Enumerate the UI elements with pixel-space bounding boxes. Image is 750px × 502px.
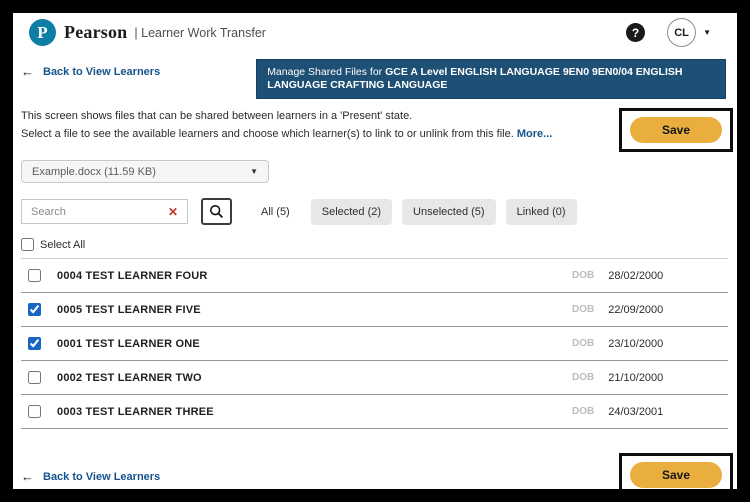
back-arrow-icon: ← bbox=[21, 64, 34, 79]
filter-selected[interactable]: Selected (2) bbox=[311, 199, 392, 225]
search-row: ✕ All (5) Selected (2) Unselected (5) Li… bbox=[21, 198, 737, 225]
pearson-logo-icon: P bbox=[29, 19, 56, 46]
save-highlight-top: Save bbox=[619, 108, 733, 152]
dob-value: 21/10/2000 bbox=[608, 372, 663, 384]
save-button-bottom[interactable]: Save bbox=[630, 462, 722, 488]
save-button-top[interactable]: Save bbox=[630, 117, 722, 143]
dob-group: DOB 22/09/2000 bbox=[572, 304, 728, 316]
chevron-down-icon[interactable]: ▼ bbox=[703, 28, 711, 37]
table-row[interactable]: 0003 TEST LEARNER THREE DOB 24/03/2001 bbox=[21, 395, 728, 429]
search-button[interactable] bbox=[201, 198, 232, 225]
save-highlight-bottom: Save bbox=[619, 453, 733, 489]
back-link-label: Back to View Learners bbox=[43, 471, 160, 483]
dob-value: 23/10/2000 bbox=[608, 338, 663, 350]
screenshot-frame: CL P Pearson | Learner Work Transfer ? C… bbox=[0, 0, 750, 502]
select-all[interactable]: Select All bbox=[21, 238, 737, 251]
file-select-row: Example.docx (11.59 KB) ▼ bbox=[21, 160, 737, 183]
dob-label: DOB bbox=[572, 304, 594, 315]
back-to-view-learners-link[interactable]: ← Back to View Learners bbox=[21, 59, 160, 79]
intro-text: This screen shows files that can be shar… bbox=[21, 108, 619, 152]
app-title: | Learner Work Transfer bbox=[134, 26, 266, 40]
clear-search-icon[interactable]: ✕ bbox=[168, 206, 178, 218]
dob-group: DOB 24/03/2001 bbox=[572, 406, 728, 418]
filter-all[interactable]: All (5) bbox=[250, 199, 301, 225]
brand: CL P Pearson | Learner Work Transfer bbox=[29, 19, 266, 46]
learner-name: 0004 TEST LEARNER FOUR bbox=[57, 270, 572, 282]
filter-linked[interactable]: Linked (0) bbox=[506, 199, 577, 225]
table-row[interactable]: 0001 TEST LEARNER ONE DOB 23/10/2000 bbox=[21, 327, 728, 361]
select-all-checkbox[interactable] bbox=[21, 238, 34, 251]
intro-line-1: This screen shows files that can be shar… bbox=[21, 108, 619, 126]
help-icon[interactable]: ? bbox=[626, 23, 645, 42]
dob-label: DOB bbox=[572, 338, 594, 349]
file-dropdown[interactable]: Example.docx (11.59 KB) ▼ bbox=[21, 160, 269, 183]
dob-group: DOB 21/10/2000 bbox=[572, 372, 728, 384]
learner-list: 0004 TEST LEARNER FOUR DOB 28/02/2000 00… bbox=[21, 258, 728, 429]
banner-prefix: Manage Shared Files for bbox=[267, 66, 385, 78]
intro-line-2: Select a file to see the available learn… bbox=[21, 128, 514, 140]
page-title-banner: Manage Shared Files for GCE A Level ENGL… bbox=[256, 59, 726, 99]
select-all-label: Select All bbox=[40, 239, 85, 251]
dob-value: 24/03/2001 bbox=[608, 406, 663, 418]
row-checkbox[interactable] bbox=[28, 337, 41, 350]
intro-row: This screen shows files that can be shar… bbox=[21, 108, 733, 152]
back-to-view-learners-link-bottom[interactable]: ← Back to View Learners bbox=[21, 453, 160, 484]
dob-label: DOB bbox=[572, 406, 594, 417]
search-box: ✕ bbox=[21, 199, 188, 224]
dob-group: DOB 23/10/2000 bbox=[572, 338, 728, 350]
row-checkbox[interactable] bbox=[28, 371, 41, 384]
more-link[interactable]: More... bbox=[517, 128, 552, 140]
row-checkbox[interactable] bbox=[28, 303, 41, 316]
search-icon bbox=[209, 204, 224, 219]
header-actions: ? CL ▼ bbox=[626, 18, 711, 47]
back-arrow-icon: ← bbox=[21, 469, 34, 484]
app-header: CL P Pearson | Learner Work Transfer ? C… bbox=[13, 13, 737, 51]
table-row[interactable]: 0005 TEST LEARNER FIVE DOB 22/09/2000 bbox=[21, 293, 728, 327]
learner-name: 0005 TEST LEARNER FIVE bbox=[57, 304, 572, 316]
dob-label: DOB bbox=[572, 270, 594, 281]
dob-value: 28/02/2000 bbox=[608, 270, 663, 282]
row-checkbox[interactable] bbox=[28, 405, 41, 418]
back-link-label: Back to View Learners bbox=[43, 66, 160, 78]
table-row[interactable]: 0004 TEST LEARNER FOUR DOB 28/02/2000 bbox=[21, 259, 728, 293]
dob-group: DOB 28/02/2000 bbox=[572, 270, 728, 282]
learner-name: 0002 TEST LEARNER TWO bbox=[57, 372, 572, 384]
filter-unselected[interactable]: Unselected (5) bbox=[402, 199, 496, 225]
footer-row: ← Back to View Learners Save bbox=[21, 453, 733, 489]
learner-name: 0003 TEST LEARNER THREE bbox=[57, 406, 572, 418]
dropdown-caret-icon: ▼ bbox=[250, 167, 258, 176]
file-dropdown-value: Example.docx (11.59 KB) bbox=[32, 166, 156, 178]
dob-label: DOB bbox=[572, 372, 594, 383]
row-checkbox[interactable] bbox=[28, 269, 41, 282]
table-row[interactable]: 0002 TEST LEARNER TWO DOB 21/10/2000 bbox=[21, 361, 728, 395]
app-window: CL P Pearson | Learner Work Transfer ? C… bbox=[13, 13, 737, 489]
banner-row: ← Back to View Learners Manage Shared Fi… bbox=[21, 59, 726, 99]
learner-name: 0001 TEST LEARNER ONE bbox=[57, 338, 572, 350]
avatar[interactable]: CL bbox=[667, 18, 696, 47]
brand-name: Pearson bbox=[64, 22, 127, 43]
search-input[interactable] bbox=[22, 200, 187, 223]
dob-value: 22/09/2000 bbox=[608, 304, 663, 316]
filter-chips: All (5) Selected (2) Unselected (5) Link… bbox=[250, 199, 587, 225]
